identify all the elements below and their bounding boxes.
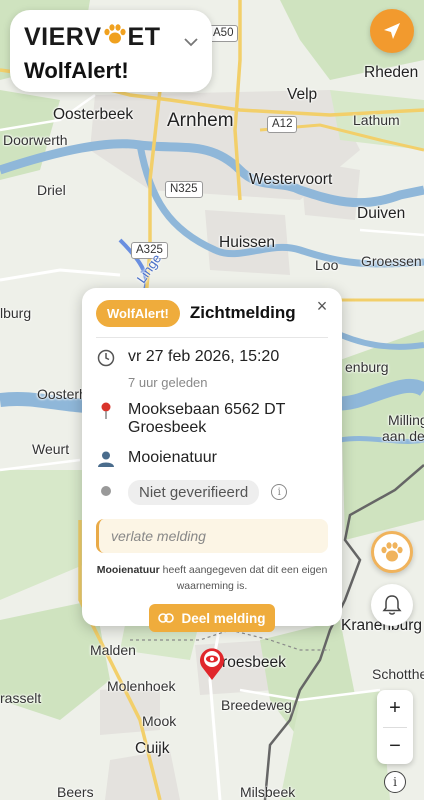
road-shield: A50	[208, 25, 239, 42]
map-info-button[interactable]: i	[384, 771, 406, 793]
close-button[interactable]: ×	[312, 296, 332, 317]
verification-row: Niet geverifieerd i	[96, 479, 328, 505]
info-icon[interactable]: i	[271, 484, 288, 501]
clock-icon	[96, 349, 116, 371]
place-label: Molenhoek	[107, 678, 176, 694]
place-label: Cuijk	[135, 740, 170, 757]
address-row: Mooksebaan 6562 DT Groesbeek	[96, 401, 328, 438]
relative-time: 7 uur geleden	[128, 375, 208, 390]
pin-icon	[96, 402, 116, 424]
place-label: Oosterbeek	[53, 106, 134, 123]
place-label: Groessen	[361, 253, 422, 269]
place-label: Milling	[388, 412, 424, 428]
place-label: Rheden	[364, 64, 419, 81]
place-label: Malden	[90, 642, 136, 658]
place-label: aan de R	[382, 428, 424, 444]
zoom-in-button[interactable]: +	[377, 690, 413, 727]
link-icon	[158, 613, 175, 624]
late-report-explanation: Mooienatuur heeft aangegeven dat dit een…	[96, 563, 328, 595]
share-label: Deel melding	[181, 610, 266, 626]
place-label: Huissen	[219, 234, 275, 251]
wolfalert-badge: WolfAlert!	[96, 299, 180, 327]
place-label: Doorwerth	[3, 132, 68, 148]
locate-button[interactable]	[370, 9, 414, 53]
place-label: Velp	[287, 86, 318, 103]
user-icon	[96, 450, 116, 472]
logo-text-part1: VIER	[24, 22, 85, 51]
logo-text-part2: V ET	[84, 22, 161, 51]
place-label: Weurt	[32, 441, 70, 457]
popup-header: WolfAlert! Zichtmelding	[96, 299, 328, 327]
zoom-out-button[interactable]: −	[377, 728, 413, 765]
brand-card[interactable]: VIER V ET WolfAlert!	[10, 10, 212, 92]
sighting-marker[interactable]	[197, 645, 227, 681]
paw-icon	[103, 23, 126, 43]
datetime: vr 27 feb 2026, 15:20	[128, 348, 280, 365]
address-line2: Groesbeek	[128, 419, 207, 437]
chevron-down-icon[interactable]	[184, 34, 198, 52]
zoom-control: + −	[377, 690, 413, 764]
bell-icon	[382, 595, 402, 615]
place-label: Oosterh	[37, 386, 87, 402]
address-line1: Mooksebaan 6562 DT	[128, 401, 286, 418]
place-label: rasselt	[0, 690, 42, 706]
place-label: enburg	[345, 359, 389, 375]
place-label: Arnhem	[167, 110, 234, 131]
place-label: Beers	[57, 784, 94, 800]
place-label: Lathum	[353, 112, 400, 128]
road-shield: N325	[165, 181, 203, 198]
paw-filter-button[interactable]	[371, 531, 413, 573]
paw-icon	[381, 542, 403, 562]
share-button[interactable]: Deel melding	[149, 604, 275, 633]
notifications-button[interactable]	[371, 584, 413, 626]
late-explanation-user: Mooienatuur	[96, 563, 160, 576]
place-label: Driel	[37, 182, 66, 198]
place-label: Loo	[315, 257, 339, 273]
late-explanation-text2: waarneming is.	[176, 579, 248, 592]
map-pin-icon	[200, 648, 224, 680]
place-label: Mook	[142, 713, 177, 729]
place-label: Duiven	[357, 205, 406, 222]
brand-logo: VIER V ET	[24, 22, 198, 51]
verification-status: Niet geverifieerd	[128, 479, 260, 505]
place-label: Breedeweg	[221, 697, 292, 713]
place-label: Westervoort	[249, 171, 333, 188]
sighting-popup: WolfAlert! Zichtmelding × vr 27 feb 2026…	[82, 288, 342, 633]
reporter-row: Mooienatuur	[96, 449, 328, 472]
reporter-name: Mooienatuur	[128, 448, 217, 466]
divider	[96, 337, 328, 338]
road-shield: A12	[267, 116, 298, 133]
navigation-arrow-icon	[384, 23, 400, 39]
place-label: Schotthei	[372, 666, 424, 682]
datetime-row: vr 27 feb 2026, 15:20	[96, 348, 328, 371]
place-label: Milsbeek	[240, 784, 296, 800]
late-report-note: verlate melding	[96, 518, 328, 553]
status-dot-icon	[96, 484, 116, 501]
popup-title: Zichtmelding	[189, 303, 296, 322]
place-label: lburg	[0, 305, 32, 321]
late-explanation-text1: heeft aangegeven dat dit een eigen	[159, 563, 328, 576]
app-name: WolfAlert!	[24, 58, 129, 83]
